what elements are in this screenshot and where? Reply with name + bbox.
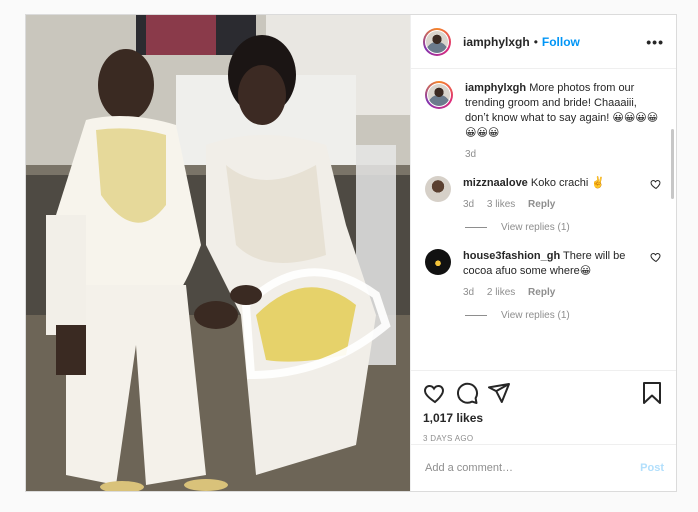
caption-time[interactable]: 3d — [465, 149, 476, 160]
author-username[interactable]: iamphylxgh — [463, 35, 530, 49]
caption: iamphylxgh More photos from our trending… — [425, 81, 662, 160]
view-replies: View replies (1) — [465, 222, 662, 233]
reply-button[interactable]: Reply — [528, 199, 555, 210]
caption-text-block: iamphylxgh More photos from our trending… — [465, 81, 661, 141]
view-replies-button[interactable]: View replies (1) — [501, 222, 570, 233]
bookmark-icon[interactable] — [640, 381, 664, 405]
comment-item: house3fashion_gh There will be cocoa afu… — [425, 249, 662, 298]
commenter-avatar[interactable] — [425, 176, 451, 202]
comment-likes[interactable]: 2 likes — [487, 287, 515, 298]
comment-time[interactable]: 3d — [463, 287, 474, 298]
reply-button[interactable]: Reply — [528, 287, 555, 298]
comment-body: mizznaalove Koko crachi ✌️ — [463, 176, 639, 191]
follow-button[interactable]: Follow — [542, 35, 580, 49]
caption-avatar[interactable] — [425, 81, 453, 109]
instagram-post: iamphylxgh • Follow ••• iamphylxgh More … — [25, 14, 677, 492]
post-actions: 1,017 likes 3 DAYS AGO — [411, 370, 676, 444]
likes-count[interactable]: 1,017 likes — [423, 411, 664, 425]
action-icons — [423, 381, 664, 405]
share-icon[interactable] — [487, 381, 511, 405]
view-replies-button[interactable]: View replies (1) — [501, 310, 570, 321]
comment-username[interactable]: house3fashion_gh — [463, 250, 560, 262]
add-comment-bar: Post — [411, 444, 676, 491]
heart-icon[interactable] — [423, 381, 447, 405]
comment-heart-icon[interactable] — [650, 178, 662, 190]
caption-meta: 3d — [465, 149, 661, 160]
comment-time[interactable]: 3d — [463, 199, 474, 210]
comment-username[interactable]: mizznaalove — [463, 177, 528, 189]
comment-input[interactable] — [423, 461, 641, 475]
comment-meta: 3d 3 likes Reply — [463, 199, 639, 210]
post-comment-button[interactable]: Post — [640, 462, 664, 474]
comment-likes[interactable]: 3 likes — [487, 199, 515, 210]
comment-item: mizznaalove Koko crachi ✌️ 3d 3 likes Re… — [425, 176, 662, 210]
author-avatar[interactable] — [423, 27, 451, 56]
comment-icon[interactable] — [455, 381, 479, 405]
replies-line — [465, 227, 487, 228]
replies-line — [465, 315, 487, 316]
comments-section[interactable]: iamphylxgh More photos from our trending… — [411, 69, 676, 370]
more-options-icon[interactable]: ••• — [646, 34, 664, 50]
commenter-avatar[interactable] — [425, 249, 451, 275]
post-side-panel: iamphylxgh • Follow ••• iamphylxgh More … — [410, 15, 676, 491]
comment-heart-icon[interactable] — [650, 251, 662, 263]
comment-meta: 3d 2 likes Reply — [463, 287, 639, 298]
post-timestamp[interactable]: 3 DAYS AGO — [423, 434, 664, 443]
comment-text: Koko crachi ✌️ — [530, 177, 606, 189]
comments-scrollbar[interactable] — [671, 129, 674, 199]
separator-dot: • — [533, 34, 538, 49]
post-photo[interactable] — [26, 15, 410, 491]
post-header: iamphylxgh • Follow ••• — [411, 15, 676, 69]
comment-body: house3fashion_gh There will be cocoa afu… — [463, 249, 639, 279]
caption-username[interactable]: iamphylxgh — [465, 82, 526, 94]
view-replies: View replies (1) — [465, 310, 662, 321]
